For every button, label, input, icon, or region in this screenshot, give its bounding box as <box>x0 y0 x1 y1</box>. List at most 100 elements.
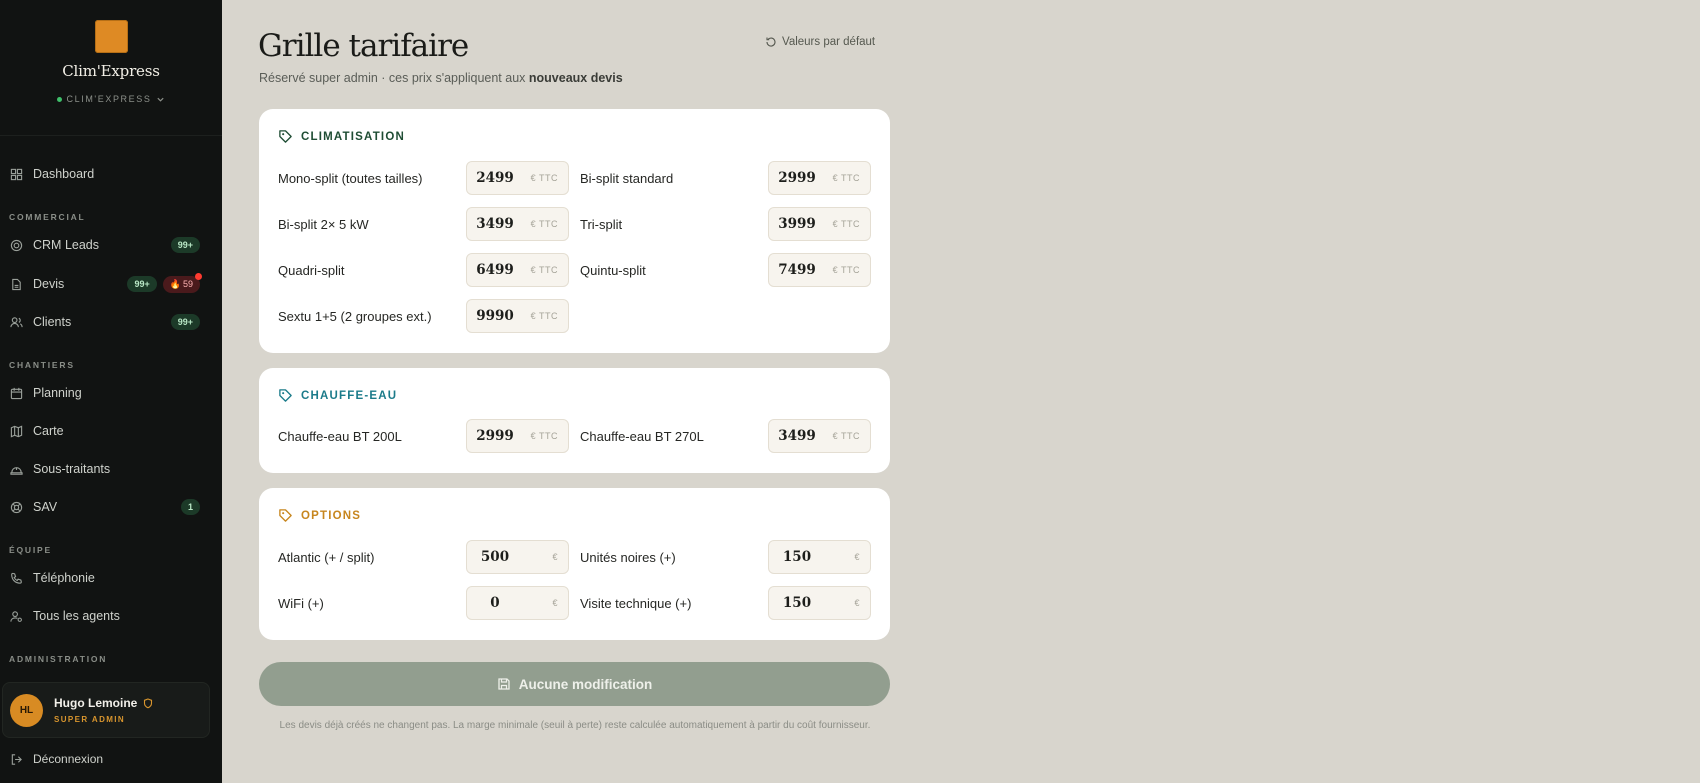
price-value: 500 <box>480 549 510 565</box>
document-icon <box>12 278 21 290</box>
price-input[interactable]: 2999 € TTC <box>768 161 871 195</box>
card-header: OPTIONS <box>278 508 361 523</box>
sidebar-item-label: Tous les agents <box>33 609 120 623</box>
price-input[interactable]: 0 € <box>466 586 569 620</box>
sidebar-item-devis[interactable]: Devis 99+ 🔥 59 <box>0 269 222 299</box>
price-label: Chauffe-eau BT 270L <box>580 428 704 444</box>
shield-icon <box>144 697 153 708</box>
hard-hat-icon <box>10 466 23 475</box>
org-name: CLIM'EXPRESS <box>66 94 152 104</box>
price-value: 7499 <box>778 262 816 278</box>
price-input[interactable]: 7499 € TTC <box>768 253 871 287</box>
price-unit: € TTC <box>530 173 558 183</box>
section-equipe: ÉQUIPE <box>9 545 52 555</box>
sidebar-item-label: CRM Leads <box>33 238 99 252</box>
sidebar-item-dashboard[interactable]: Dashboard <box>0 159 222 189</box>
user-cog-icon <box>10 610 22 622</box>
price-unit: € TTC <box>832 431 860 441</box>
price-input[interactable]: 3999 € TTC <box>768 207 871 241</box>
price-label: Quintu-split <box>580 262 646 278</box>
sidebar-item-label: Planning <box>33 386 82 400</box>
lifebuoy-icon <box>10 501 23 513</box>
count-badge: 1 <box>180 499 200 515</box>
sidebar-item-label: Clients <box>33 315 72 329</box>
price-input[interactable]: 9990 € TTC <box>466 299 569 333</box>
target-icon <box>10 239 23 251</box>
price-input[interactable]: 2499 € TTC <box>466 161 569 195</box>
price-unit: € TTC <box>530 431 558 441</box>
reset-defaults-button[interactable]: Valeurs par défaut <box>765 36 875 48</box>
footnote: Les devis déjà créés ne changent pas. La… <box>279 720 871 731</box>
price-unit: € TTC <box>530 265 558 275</box>
org-switcher[interactable]: CLIM'EXPRESS <box>56 94 166 104</box>
price-value: 3499 <box>476 216 514 232</box>
sidebar-item-agents[interactable]: Tous les agents <box>0 601 222 631</box>
sidebar-item-label: Carte <box>33 424 64 438</box>
price-value: 9990 <box>476 308 514 324</box>
flame-icon: 🔥 <box>169 278 181 289</box>
dashboard-icon <box>10 168 23 180</box>
sidebar-item-label: Téléphonie <box>33 571 95 585</box>
price-input[interactable]: 150 € <box>768 586 871 620</box>
price-value: 6499 <box>476 262 514 278</box>
price-value: 2999 <box>476 428 514 444</box>
price-value: 2999 <box>778 170 816 186</box>
price-label: Visite technique (+) <box>580 595 692 611</box>
price-unit: € TTC <box>832 219 860 229</box>
price-input[interactable]: 500 € <box>466 540 569 574</box>
sidebar-item-telephonie[interactable]: Téléphonie <box>0 563 222 593</box>
logout-button[interactable]: Déconnexion <box>10 752 103 766</box>
price-value: 2499 <box>476 170 514 186</box>
sidebar-item-clients[interactable]: Clients 99+ <box>0 307 222 337</box>
tag-icon <box>279 130 292 143</box>
price-unit: € <box>854 552 860 562</box>
price-input[interactable]: 2999 € TTC <box>466 419 569 453</box>
price-unit: € TTC <box>832 173 860 183</box>
phone-icon <box>11 572 22 584</box>
price-input[interactable]: 3499 € TTC <box>768 419 871 453</box>
sidebar-item-sous-traitants[interactable]: Sous-traitants <box>0 454 222 484</box>
save-button[interactable]: Aucune modification <box>259 662 890 706</box>
card-options: OPTIONS Atlantic (+ / split) 500 € Unités… <box>259 488 890 640</box>
price-unit: € <box>552 598 558 608</box>
price-input[interactable]: 150 € <box>768 540 871 574</box>
price-label: Unités noires (+) <box>580 549 676 565</box>
count-badge: 99+ <box>170 314 200 330</box>
sidebar-item-label: Sous-traitants <box>33 462 111 476</box>
card-header: CLIMATISATION <box>278 129 405 144</box>
brand: Clim'Express CLIM'EXPRESS <box>0 0 222 136</box>
page-title: Grille tarifaire <box>258 28 469 64</box>
user-name: Hugo Lemoine <box>54 696 138 710</box>
price-unit: € <box>552 552 558 562</box>
chevron-down-icon <box>157 97 165 102</box>
sidebar-item-planning[interactable]: Planning <box>0 378 222 408</box>
price-label: Bi-split standard <box>580 170 674 186</box>
card-chauffe-eau: CHAUFFE-EAU Chauffe-eau BT 200L 2999 € TT… <box>259 368 890 473</box>
sidebar-item-carte[interactable]: Carte <box>0 416 222 446</box>
sidebar-item-label: Dashboard <box>33 167 95 181</box>
tag-icon <box>279 389 292 402</box>
sidebar-item-sav[interactable]: SAV 1 <box>0 492 222 522</box>
price-unit: € <box>854 598 860 608</box>
price-label: Atlantic (+ / split) <box>278 549 375 565</box>
logout-icon <box>11 753 22 765</box>
sidebar-item-label: Devis <box>33 277 65 291</box>
calendar-icon <box>10 387 23 399</box>
card-title: OPTIONS <box>301 509 362 522</box>
card-title: CLIMATISATION <box>301 130 405 143</box>
sidebar-item-crm-leads[interactable]: CRM Leads 99+ <box>0 230 222 260</box>
price-input[interactable]: 6499 € TTC <box>466 253 569 287</box>
user-card[interactable]: HL Hugo Lemoine SUPER ADMIN <box>2 682 210 738</box>
price-input[interactable]: 3499 € TTC <box>466 207 569 241</box>
price-value: 150 <box>782 549 812 565</box>
price-label: Tri-split <box>580 216 623 232</box>
card-header: CHAUFFE-EAU <box>278 388 397 403</box>
card-title: CHAUFFE-EAU <box>301 389 398 402</box>
alert-badge: 🔥 59 <box>162 272 203 293</box>
price-unit: € TTC <box>832 265 860 275</box>
section-chantiers: CHANTIERS <box>9 360 75 370</box>
map-icon <box>10 425 23 437</box>
price-label: Mono-split (toutes tailles) <box>278 170 423 186</box>
alert-count: 59 <box>182 279 193 289</box>
user-role: SUPER ADMIN <box>54 715 126 724</box>
